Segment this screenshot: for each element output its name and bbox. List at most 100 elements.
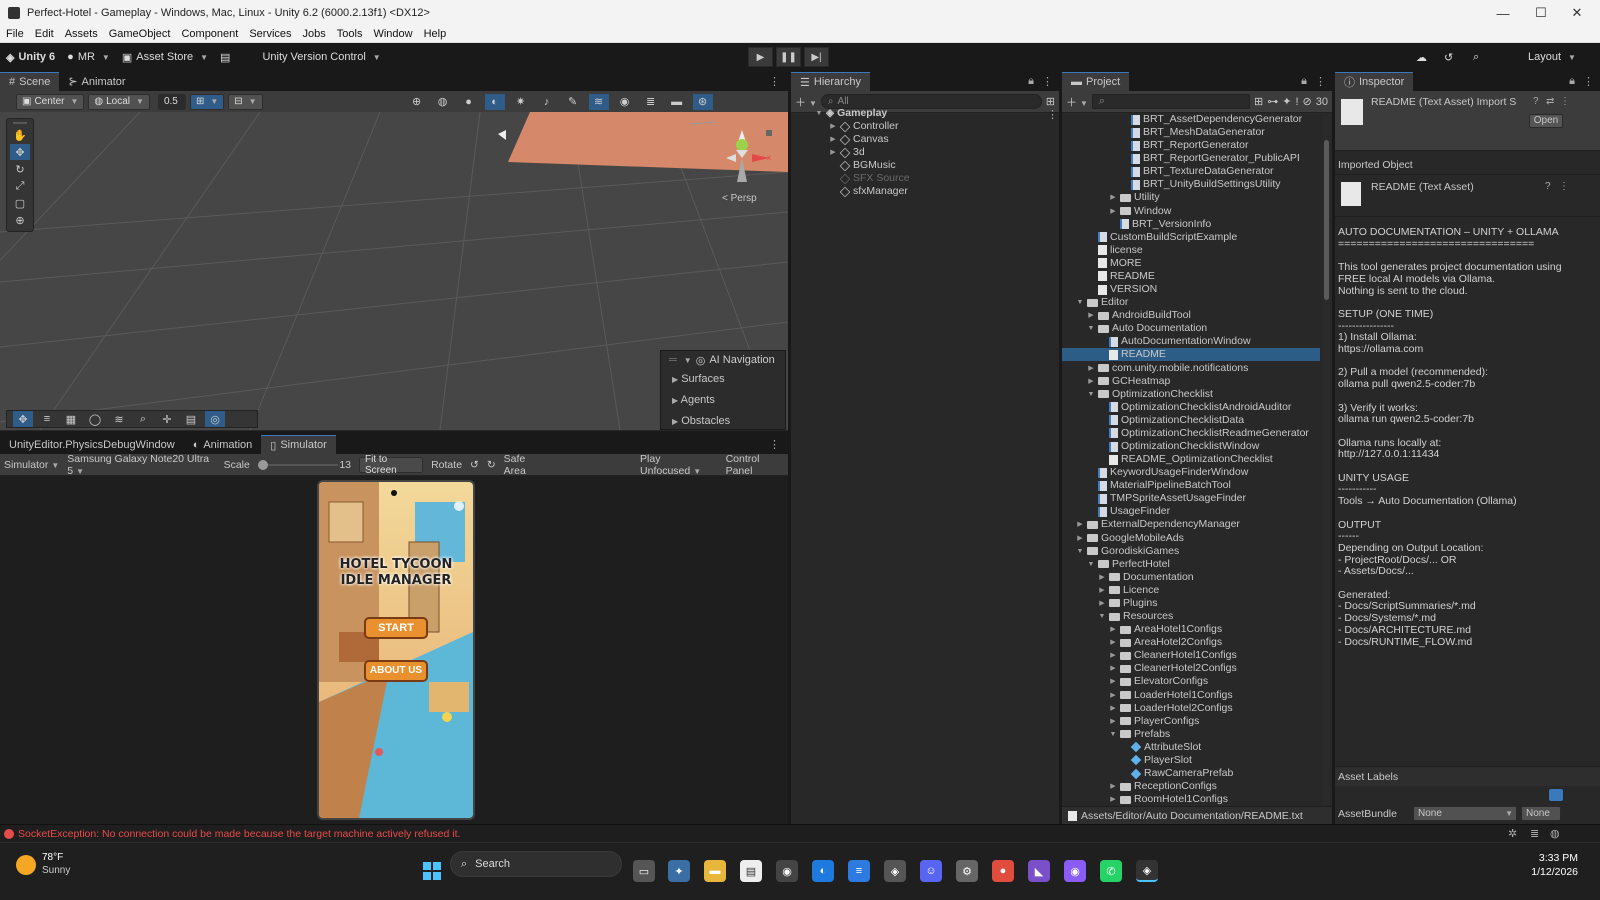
ai-nav-agents[interactable]: ▶ Agents <box>669 390 785 411</box>
project-lock-icon[interactable]: 🔒︎ <box>1301 75 1307 88</box>
tab-inspector[interactable]: ⓘ Inspector <box>1335 72 1414 91</box>
unity-version-button[interactable]: ◈ Unity 6 <box>0 47 61 67</box>
terrain-tool-icon[interactable]: ▤ <box>181 411 201 427</box>
project-asset[interactable]: BRT_AssetDependencyGenerator <box>1120 113 1302 126</box>
tab-animation[interactable]: ◐ Animation <box>184 435 262 454</box>
project-folder[interactable]: ▶ GCHeatmap <box>1087 375 1170 388</box>
lighting-icon[interactable]: ✷ <box>511 94 531 110</box>
project-folder[interactable]: ▶ Licence <box>1098 584 1159 597</box>
tab-simulator[interactable]: ▯ Simulator <box>261 435 336 454</box>
expand-arrow-icon[interactable]: ▶ <box>1109 205 1117 218</box>
unity-hub-icon[interactable]: ◈ <box>884 860 906 882</box>
rotate-left-icon[interactable]: ↺ <box>470 459 479 471</box>
project-asset[interactable]: README <box>1062 348 1320 362</box>
project-asset[interactable]: OptimizationChecklistWindow <box>1098 440 1259 453</box>
project-asset[interactable]: MaterialPipelineBatchTool <box>1087 479 1231 492</box>
debug-icon[interactable]: ✲ <box>1508 827 1517 840</box>
project-scrollbar[interactable] <box>1323 115 1330 805</box>
tab-animator[interactable]: ⊱ Animator <box>59 72 134 91</box>
persp-label[interactable]: < Persp <box>722 193 757 204</box>
expand-arrow-icon[interactable]: ▶ <box>1109 636 1117 649</box>
expand-arrow-icon[interactable]: ▶ <box>1098 571 1106 584</box>
project-folder[interactable]: ▶ ElevatorConfigs <box>1109 675 1208 688</box>
windows-start-icon[interactable] <box>421 860 443 882</box>
rect-tool-icon[interactable]: ▢ <box>10 195 30 211</box>
menu-jobs[interactable]: Jobs <box>303 28 326 40</box>
scene-root-gameplay[interactable]: ▼ ◈ Gameplay <box>815 107 888 120</box>
pivot-space-dropdown[interactable]: ◍ Local ▼ <box>88 93 150 110</box>
project-folder[interactable]: ▼ Editor <box>1076 296 1129 309</box>
simulator-more-icon[interactable]: ⋮ <box>769 438 788 451</box>
history-icon[interactable]: ↺ <box>1438 47 1459 67</box>
project-folder[interactable]: ▶ com.unity.mobile.notifications <box>1087 362 1248 375</box>
notes-icon[interactable]: ≡ <box>848 860 870 882</box>
project-folder[interactable]: ▶ PlayerConfigs <box>1109 715 1199 728</box>
sim-mode-dropdown[interactable]: Simulator ▼ <box>4 459 59 471</box>
project-asset[interactable]: BRT_UnityBuildSettingsUtility <box>1120 178 1281 191</box>
asset-help-icon[interactable]: ? <box>1545 181 1551 192</box>
hierarchy-item[interactable]: ▶ Canvas <box>829 133 888 146</box>
navmesh-icon[interactable]: ▦ <box>61 411 81 427</box>
expand-arrow-icon[interactable]: ▼ <box>1098 610 1106 623</box>
project-folder[interactable]: ▶ LoaderHotel2Configs <box>1109 702 1232 715</box>
tab-project[interactable]: ▬ Project <box>1062 72 1130 91</box>
project-folder[interactable]: ▶ CleanerHotel2Configs <box>1109 662 1236 675</box>
expand-arrow-icon[interactable]: ▶ <box>829 120 837 133</box>
search-options-icon[interactable]: ⊞ <box>1046 95 1055 108</box>
scale-slider-thumb[interactable] <box>257 459 268 470</box>
project-asset[interactable]: AttributeSlot <box>1120 741 1201 754</box>
gizmos-icon[interactable]: ⊛ <box>692 93 713 110</box>
project-folder[interactable]: ▼ GorodiskiGames <box>1076 545 1180 558</box>
project-folder[interactable]: ▼ PerfectHotel <box>1087 558 1170 571</box>
hierarchy-item[interactable]: ▶ Controller <box>829 120 898 133</box>
tab-scene[interactable]: # Scene <box>0 72 60 91</box>
game-screen[interactable] <box>319 482 473 818</box>
sphere-tool-icon[interactable]: ◯ <box>85 411 105 427</box>
edit-collider-icon[interactable]: ≡ <box>37 411 57 427</box>
create-add-button[interactable]: ＋ ▼ <box>795 94 817 110</box>
menu-assets[interactable]: Assets <box>65 28 98 40</box>
menu-tools[interactable]: Tools <box>337 28 363 40</box>
pivot-mode-dropdown[interactable]: ▣ Center ▼ <box>16 93 85 110</box>
expand-arrow-icon[interactable]: ▶ <box>829 146 837 159</box>
project-folder[interactable]: ▶ Documentation <box>1098 571 1193 584</box>
cloud-icon[interactable]: ☁ <box>1410 47 1433 67</box>
task-view-icon[interactable]: ▭ <box>633 860 655 882</box>
menu-file[interactable]: File <box>6 28 24 40</box>
globe-icon[interactable]: ◍ <box>433 94 453 110</box>
project-asset[interactable]: KeywordUsageFinderWindow <box>1087 466 1248 479</box>
tab-physics-debug[interactable]: UnityEditor.PhysicsDebugWindow <box>0 435 184 454</box>
expand-arrow-icon[interactable]: ▶ <box>1076 518 1084 531</box>
package-icon[interactable]: ▤ <box>214 47 236 67</box>
discord-icon[interactable]: ☺ <box>920 860 942 882</box>
project-asset[interactable]: MORE <box>1087 257 1142 270</box>
control-panel-button[interactable]: Control Panel <box>726 453 784 477</box>
project-asset[interactable]: OptimizationChecklistReadmeGenerator <box>1098 427 1309 440</box>
search-by-label-icon[interactable]: ⊶ <box>1267 95 1278 108</box>
project-folder[interactable]: ▼ Prefabs <box>1109 728 1171 741</box>
zoom-tool-icon[interactable]: ⌕ <box>133 411 153 427</box>
project-asset[interactable]: PlayerSlot <box>1120 754 1192 767</box>
project-folder[interactable]: ▼ Resources <box>1098 610 1174 623</box>
console-error-message[interactable]: SocketException: No connection could be … <box>18 828 460 840</box>
expand-arrow-icon[interactable]: ▶ <box>1109 702 1117 715</box>
draw-mode-icon[interactable]: ≣ <box>641 94 661 110</box>
expand-arrow-icon[interactable]: ▼ <box>1076 296 1084 309</box>
header-more-icon[interactable]: ⋮ <box>1560 96 1570 107</box>
axis-tool-icon[interactable]: ✛ <box>157 411 177 427</box>
project-asset[interactable]: README <box>1087 270 1155 283</box>
inspector-lock-icon[interactable]: 🔒︎ <box>1569 75 1575 88</box>
scene-more-icon[interactable]: ⋮ <box>769 75 788 88</box>
camera-icon[interactable]: ▬ <box>667 94 687 110</box>
expand-arrow-icon[interactable]: ▼ <box>1087 322 1095 335</box>
open-button[interactable]: Open <box>1529 114 1563 128</box>
scale-tool-icon[interactable]: ⤢ <box>10 178 30 194</box>
layers-tool-icon[interactable]: ≋ <box>109 411 129 427</box>
project-asset[interactable]: license <box>1087 244 1143 257</box>
project-create-button[interactable]: ＋ ▼ <box>1066 94 1088 110</box>
project-asset[interactable]: BRT_ReportGenerator_PublicAPI <box>1120 152 1300 165</box>
tab-hierarchy[interactable]: ☰ Hierarchy <box>791 72 870 91</box>
visibility-icon[interactable]: ◉ <box>615 94 635 110</box>
transform-tool-icon[interactable]: ⊕ <box>10 212 30 228</box>
move-snap-icon[interactable]: ✥ <box>13 411 33 427</box>
